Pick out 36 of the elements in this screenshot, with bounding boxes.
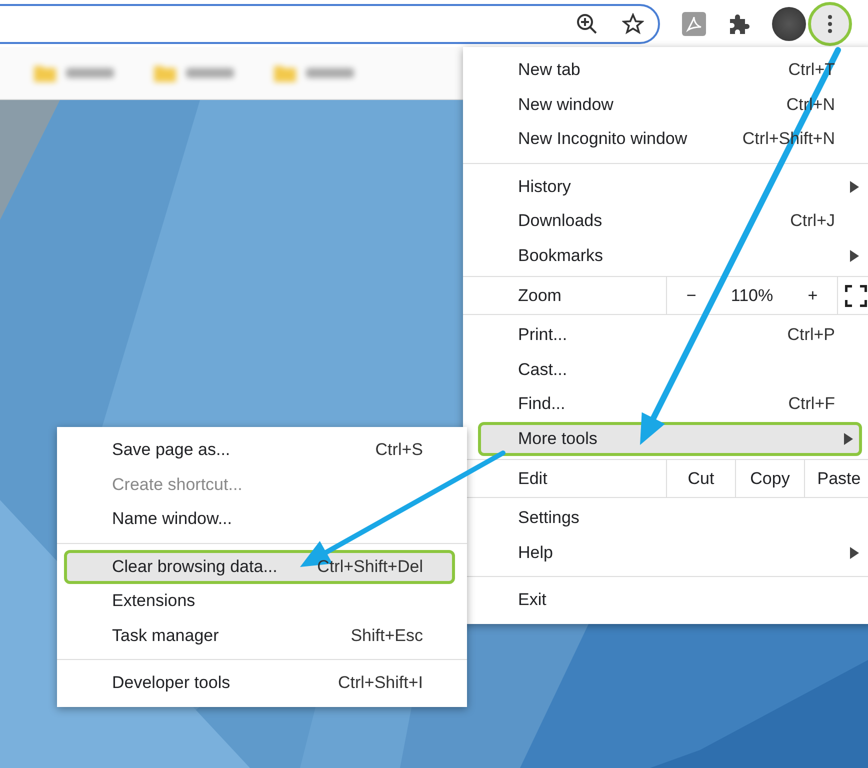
address-bar[interactable] — [0, 4, 660, 44]
blurred-label — [306, 68, 354, 78]
edit-label: Edit — [518, 468, 548, 488]
menu-item[interactable]: Task manager Shift+Esc — [57, 618, 467, 653]
edit-button[interactable]: Copy — [735, 460, 804, 497]
menu-item[interactable]: Clear browsing data... Ctrl+Shift+Del — [64, 550, 455, 584]
zoom-level: 110% — [730, 286, 774, 306]
zoom-label: Zoom — [518, 286, 562, 306]
menu-item[interactable]: Cast... — [463, 352, 868, 387]
zoom-in-button[interactable]: + — [804, 286, 822, 306]
profile-avatar[interactable] — [772, 6, 806, 40]
more-icon — [828, 14, 832, 32]
menu-item[interactable]: Help — [463, 536, 868, 570]
menu-item[interactable]: Bookmarks — [463, 238, 868, 273]
menu-item[interactable]: Downloads Ctrl+J — [463, 204, 868, 238]
submenu-arrow-icon — [844, 432, 853, 445]
fullscreen-icon[interactable] — [844, 284, 866, 306]
zoom-in-icon[interactable] — [576, 12, 598, 34]
menu-item[interactable]: Find... Ctrl+F — [463, 387, 868, 422]
puzzle-icon[interactable] — [728, 12, 750, 34]
menu-item[interactable]: More tools — [478, 422, 862, 456]
edit-button[interactable]: Cut — [666, 460, 735, 497]
star-icon[interactable] — [622, 12, 644, 34]
menu-button[interactable] — [808, 2, 852, 46]
submenu-arrow-icon — [850, 546, 858, 559]
pdf-icon[interactable] — [682, 12, 706, 36]
zoom-out-button[interactable]: − — [682, 286, 700, 306]
edit-button[interactable]: Paste — [804, 460, 868, 497]
menu-item[interactable]: History — [463, 170, 868, 204]
blurred-label — [66, 68, 114, 78]
submenu-arrow-icon — [850, 180, 858, 193]
menu-item[interactable]: Developer tools Ctrl+Shift+I — [57, 666, 467, 700]
blurred-label — [186, 68, 234, 78]
menu-item[interactable]: Save page as... Ctrl+S — [57, 433, 467, 468]
menu-item[interactable]: Print... Ctrl+P — [463, 318, 868, 352]
submenu-arrow-icon — [850, 250, 858, 262]
